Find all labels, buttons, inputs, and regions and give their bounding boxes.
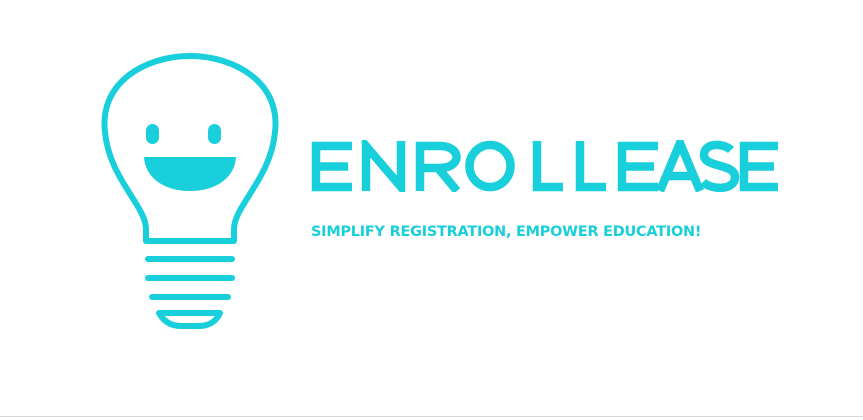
brand-name-wordmark (311, 140, 778, 192)
bulb-base-cap (156, 310, 223, 329)
smiling-lightbulb-icon (101, 53, 279, 329)
bottom-divider (0, 416, 863, 417)
wordmark-letter-l (575, 141, 606, 192)
left-eye (146, 124, 159, 144)
right-eye (208, 124, 221, 144)
wordmark-letter-a (656, 140, 704, 192)
wordmark-letter-o (465, 140, 515, 192)
wordmark-letter-n (361, 140, 406, 192)
wordmark-letter-r (415, 141, 461, 192)
wordmark-letter-e (739, 141, 778, 192)
wordmark-letter-e (617, 141, 658, 192)
bulb-outline (101, 53, 279, 244)
wordmark-letter-l (532, 141, 563, 192)
wordmark-letter-s (699, 140, 740, 192)
brand-tagline: SIMPLIFY REGISTRATION, EMPOWER EDUCATION… (311, 224, 702, 240)
smiling-mouth (144, 157, 236, 191)
brand-logo-lockup: SIMPLIFY REGISTRATION, EMPOWER EDUCATION… (0, 0, 863, 420)
wordmark-letter-e (311, 141, 352, 192)
